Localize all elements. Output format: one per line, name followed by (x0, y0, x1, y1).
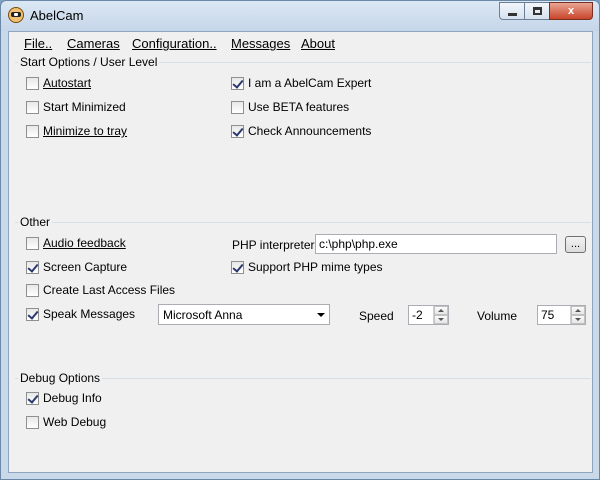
audio-feedback-check[interactable] (26, 236, 39, 250)
speed-label: Speed (359, 309, 394, 323)
debug-info-checkbox[interactable]: Debug Info (26, 391, 102, 405)
speed-value[interactable]: -2 (412, 308, 423, 322)
support-php-mime-label: Support PHP mime types (248, 260, 383, 274)
speed-up-arrow-icon[interactable] (434, 306, 448, 315)
create-last-access-label: Create Last Access Files (43, 283, 176, 297)
start-minimized-label: Start Minimized (43, 100, 126, 114)
web-debug-label: Web Debug (43, 415, 107, 429)
use-beta-checkbox[interactable]: Use BETA features (231, 100, 349, 114)
support-php-mime-check[interactable] (231, 260, 244, 274)
screen-capture-label: Screen Capture (43, 260, 128, 274)
start-minimized-check[interactable] (26, 100, 39, 114)
minimize-to-tray-checkbox[interactable]: Minimize to tray (26, 124, 127, 138)
check-announcements-label: Check Announcements (248, 124, 372, 138)
speak-messages-check[interactable] (26, 307, 39, 321)
voice-select[interactable]: Microsoft Anna (158, 304, 330, 325)
app-window: AbelCam x File.. Cameras Configuration..… (0, 0, 600, 480)
autostart-check[interactable] (26, 76, 39, 90)
minimize-icon (507, 12, 517, 16)
speed-spin-buttons (433, 306, 448, 324)
autostart-label: Autostart (43, 76, 92, 90)
volume-down-arrow-icon[interactable] (571, 315, 585, 324)
screen-capture-check[interactable] (26, 260, 39, 274)
autostart-checkbox[interactable]: Autostart (26, 76, 91, 90)
other-label: Other (18, 215, 53, 229)
window-title: AbelCam (30, 8, 84, 23)
debug-info-label: Debug Info (43, 391, 102, 405)
maximize-button[interactable] (524, 2, 550, 20)
menu-bar: File.. Cameras Configuration.. Messages … (9, 32, 592, 54)
chevron-down-icon (317, 313, 325, 317)
title-bar[interactable]: AbelCam x (1, 1, 599, 31)
speak-messages-label: Speak Messages (43, 307, 136, 321)
web-debug-checkbox[interactable]: Web Debug (26, 415, 106, 429)
abelcam-expert-checkbox[interactable]: I am a AbelCam Expert (231, 76, 371, 90)
voice-select-value: Microsoft Anna (163, 308, 243, 322)
debug-options-group: Debug Options (15, 371, 591, 438)
debug-options-label: Debug Options (18, 371, 103, 385)
close-button[interactable]: x (549, 2, 593, 20)
abelcam-expert-check[interactable] (231, 76, 244, 90)
browse-button[interactable]: ... (565, 236, 586, 253)
check-announcements-check[interactable] (231, 124, 244, 138)
use-beta-check[interactable] (231, 100, 244, 114)
menu-file[interactable]: File.. (24, 36, 52, 51)
screen-capture-checkbox[interactable]: Screen Capture (26, 260, 127, 274)
volume-stepper[interactable]: 75 (537, 305, 586, 325)
menu-about[interactable]: About (301, 36, 335, 51)
menu-cameras[interactable]: Cameras (67, 36, 120, 51)
php-interpreter-input[interactable]: c:\php\php.exe (315, 234, 557, 254)
use-beta-label: Use BETA features (248, 100, 350, 114)
volume-spin-buttons (570, 306, 585, 324)
abelcam-expert-label: I am a AbelCam Expert (248, 76, 372, 90)
audio-feedback-label: Audio feedback (43, 236, 126, 250)
web-debug-check[interactable] (26, 415, 39, 429)
volume-label: Volume (477, 309, 518, 323)
debug-info-check[interactable] (26, 391, 39, 405)
create-last-access-check[interactable] (26, 283, 39, 297)
minimize-to-tray-check[interactable] (26, 124, 39, 138)
support-php-mime-checkbox[interactable]: Support PHP mime types (231, 260, 383, 274)
php-interpreter-label: PHP interpreter (232, 238, 315, 252)
speed-down-arrow-icon[interactable] (434, 315, 448, 324)
menu-messages[interactable]: Messages (231, 36, 290, 51)
minimize-to-tray-label: Minimize to tray (43, 124, 128, 138)
audio-feedback-checkbox[interactable]: Audio feedback (26, 236, 126, 250)
start-minimized-checkbox[interactable]: Start Minimized (26, 100, 126, 114)
volume-up-arrow-icon[interactable] (571, 306, 585, 315)
volume-value[interactable]: 75 (541, 308, 554, 322)
start-options-label: Start Options / User Level (18, 55, 160, 69)
speed-stepper[interactable]: -2 (408, 305, 449, 325)
menu-configuration[interactable]: Configuration.. (132, 36, 217, 51)
create-last-access-checkbox[interactable]: Create Last Access Files (26, 283, 175, 297)
maximize-icon (532, 7, 542, 15)
close-icon: x (567, 5, 575, 17)
speak-messages-checkbox[interactable]: Speak Messages (26, 307, 135, 321)
abelcam-app-icon[interactable] (8, 7, 24, 23)
caption-buttons: x (499, 2, 593, 20)
minimize-button[interactable] (499, 2, 525, 20)
check-announcements-checkbox[interactable]: Check Announcements (231, 124, 371, 138)
client-area: File.. Cameras Configuration.. Messages … (8, 31, 593, 473)
